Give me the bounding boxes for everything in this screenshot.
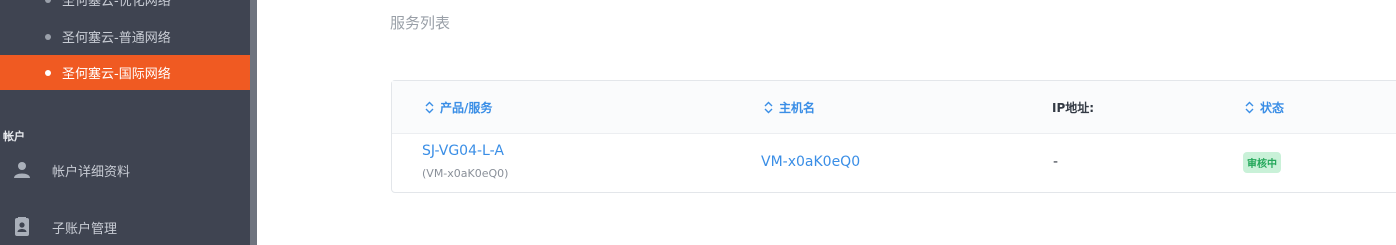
sidebar-item-international-network[interactable]: 圣何塞云-国际网络: [0, 55, 250, 90]
product-link[interactable]: SJ-VG04-L-A: [422, 143, 504, 159]
services-table: 产品/服务 主机名 IP地址: 状态 SJ-VG04-L-A (VM-x0aK0…: [391, 80, 1396, 193]
product-subtext: (VM-x0aK0eQ0): [422, 167, 509, 180]
sidebar-item-label: 圣何塞云-优化网络: [62, 0, 171, 9]
ip-address: -: [1053, 154, 1059, 170]
sidebar-item-label: 帐户详细资料: [52, 164, 131, 180]
sidebar-item-subaccount-management[interactable]: 子账户管理: [0, 209, 250, 245]
column-header-label: IP地址:: [1052, 100, 1095, 115]
table-header: 产品/服务 主机名 IP地址: 状态: [392, 81, 1396, 134]
column-header-ip: IP地址:: [1052, 81, 1094, 133]
hostname-link[interactable]: VM-x0aK0eQ0: [761, 154, 860, 170]
sidebar-item-optimized-network[interactable]: 圣何塞云-优化网络: [0, 0, 250, 17]
sidebar-item-account-details[interactable]: 帐户详细资料: [0, 152, 250, 188]
column-header-label: 产品/服务: [440, 100, 493, 115]
bullet-dot-icon: [45, 69, 51, 76]
sidebar-item-standard-network[interactable]: 圣何塞云-普通网络: [0, 19, 250, 54]
sidebar-item-label: 子账户管理: [52, 221, 118, 237]
sidebar-section-title: 帐户: [3, 130, 25, 143]
status-badge: 审核中: [1243, 152, 1281, 173]
sidebar-item-label: 圣何塞云-国际网络: [62, 67, 171, 82]
contact-card-icon: [15, 217, 29, 236]
bullet-dot-icon: [45, 33, 51, 40]
page-title: 服务列表: [390, 14, 451, 32]
bullet-dot-icon: [45, 0, 51, 3]
sort-icon: [764, 101, 773, 113]
column-header-status[interactable]: 状态: [1245, 81, 1284, 133]
column-header-label: 主机名: [779, 100, 816, 115]
column-header-label: 状态: [1260, 100, 1285, 115]
sort-icon: [1245, 101, 1254, 113]
sort-icon: [425, 101, 434, 113]
column-header-product[interactable]: 产品/服务: [425, 81, 492, 133]
sidebar: 圣何塞云-优化网络 圣何塞云-普通网络 圣何塞云-国际网络 帐户 帐户详细资料 …: [0, 0, 257, 245]
sidebar-item-label: 圣何塞云-普通网络: [62, 31, 171, 46]
user-icon: [14, 162, 30, 178]
sidebar-scrollbar[interactable]: [250, 0, 257, 245]
column-header-hostname[interactable]: 主机名: [764, 81, 815, 133]
